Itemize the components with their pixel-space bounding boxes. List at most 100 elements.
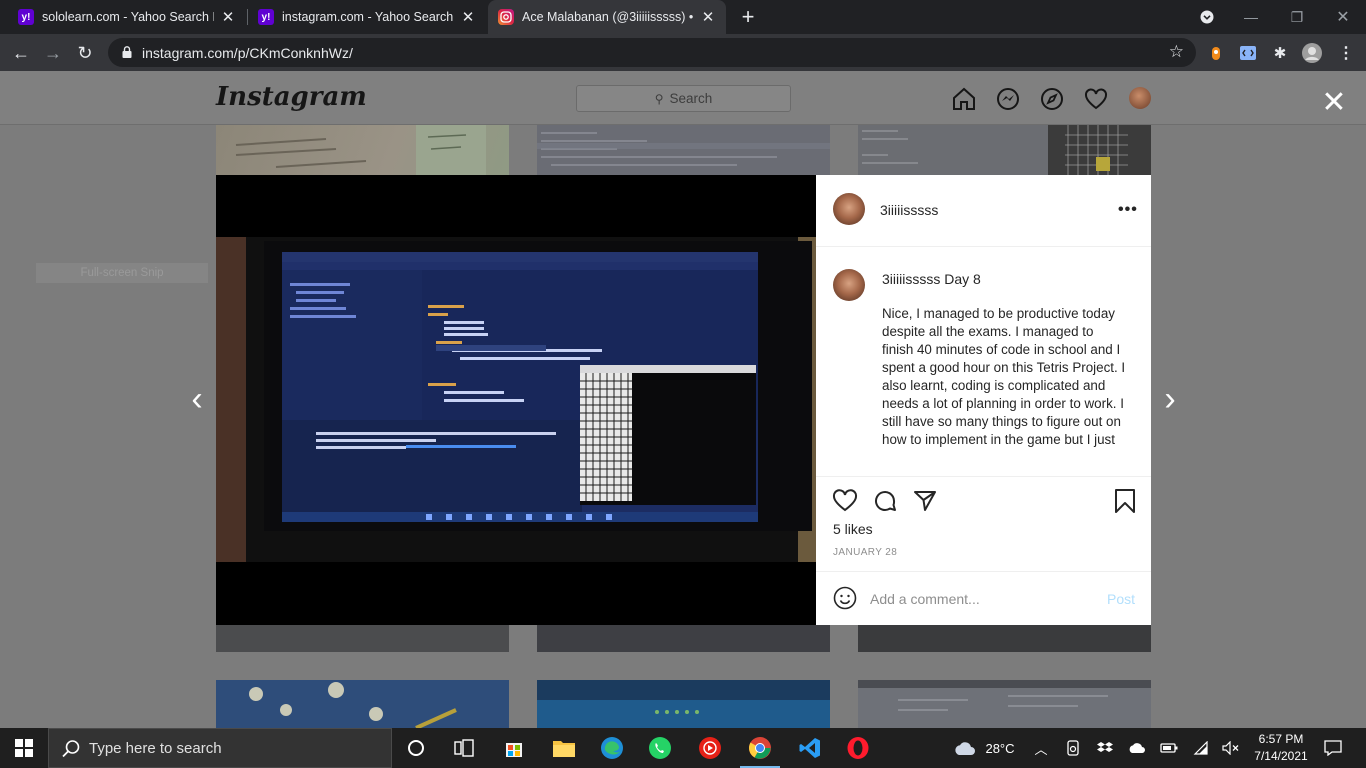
address-bar[interactable]: instagram.com/p/CKmConknhWz/ ☆	[108, 38, 1196, 67]
profile-avatar[interactable]	[1302, 43, 1322, 63]
search-icon: ⚲	[654, 91, 664, 106]
background-post-image[interactable]	[537, 625, 830, 652]
save-bookmark-icon[interactable]	[1112, 488, 1138, 514]
background-post-image[interactable]	[216, 125, 509, 175]
wifi-icon[interactable]	[1190, 728, 1212, 768]
cortana-icon[interactable]	[392, 728, 440, 768]
caption-area[interactable]: 3iiiiisssss Day 8 Nice, I managed to be …	[816, 247, 1151, 477]
restore-icon[interactable]: ❐	[1274, 0, 1320, 34]
puzzle-extensions-icon[interactable]: ✱	[1270, 43, 1290, 63]
background-post-image[interactable]	[858, 125, 1151, 175]
microsoft-store-icon[interactable]	[490, 728, 538, 768]
close-modal-icon[interactable]: ✕	[1320, 88, 1348, 118]
browser-toolbar: ← → ↻ instagram.com/p/CKmConknhWz/ ☆ ✱ ⋮	[0, 34, 1366, 71]
clock-date: 7/14/2021	[1254, 749, 1308, 763]
likes-count[interactable]: 5 likes	[833, 521, 873, 537]
task-view-icon[interactable]	[440, 728, 488, 768]
edge-icon[interactable]	[588, 728, 636, 768]
notifications-icon[interactable]	[1318, 728, 1348, 768]
more-options-icon[interactable]: •••	[1118, 201, 1138, 219]
onedrive-cloud-icon[interactable]	[1126, 728, 1148, 768]
browser-tab-active[interactable]: Ace Malabanan (@3iiiiisssss) • Ins ✕	[488, 0, 726, 34]
username-link[interactable]: 3iiiiisssss	[880, 202, 938, 218]
background-post-image[interactable]	[216, 680, 509, 728]
back-arrow-icon[interactable]: ←	[8, 40, 34, 66]
weather-cloud-icon[interactable]	[950, 728, 980, 768]
browser-menu-icon[interactable]: ⋮	[1336, 43, 1356, 63]
search-input[interactable]: ⚲ Search	[576, 85, 791, 112]
youtube-music-icon[interactable]	[686, 728, 734, 768]
instagram-page: Instagram ⚲ Search Full-screen Snip ✕ ‹ …	[0, 71, 1366, 728]
taskbar-search-box[interactable]: Type here to search	[48, 728, 392, 768]
dev-extension-icon[interactable]	[1238, 43, 1258, 63]
instagram-logo[interactable]: Instagram	[216, 82, 367, 112]
background-post-image[interactable]	[537, 125, 830, 175]
whatsapp-icon[interactable]	[636, 728, 684, 768]
activity-heart-icon[interactable]	[1083, 86, 1109, 112]
taskbar-clock[interactable]: 6:57 PM 7/14/2021	[1248, 731, 1314, 765]
clock-time: 6:57 PM	[1258, 732, 1304, 746]
emoji-icon[interactable]	[833, 586, 857, 610]
close-tab-icon[interactable]: ✕	[220, 9, 236, 26]
post-date[interactable]: JANUARY 28	[833, 547, 897, 558]
bookmark-star-icon[interactable]: ☆	[1169, 42, 1184, 62]
windows-start-icon[interactable]	[0, 728, 48, 768]
battery-icon[interactable]	[1158, 728, 1180, 768]
caption-title: Day 8	[944, 271, 981, 287]
opera-icon[interactable]	[834, 728, 882, 768]
messenger-icon[interactable]	[995, 86, 1021, 112]
chrome-icon[interactable]	[736, 728, 784, 768]
url-text: instagram.com/p/CKmConknhWz/	[142, 45, 353, 61]
minimize-icon[interactable]: —	[1228, 0, 1274, 34]
file-explorer-icon[interactable]	[540, 728, 588, 768]
tab-title: sololearn.com - Yahoo Search Re	[42, 10, 214, 24]
post-header: 3iiiiisssss •••	[816, 175, 1151, 247]
close-window-icon[interactable]: ✕	[1320, 0, 1366, 34]
explore-compass-icon[interactable]	[1039, 86, 1065, 112]
next-post-chevron-icon[interactable]: ›	[1158, 380, 1182, 418]
search-icon	[62, 740, 80, 758]
previous-post-chevron-icon[interactable]: ‹	[185, 380, 209, 418]
caption-header: 3iiiiisssss Day 8	[882, 271, 981, 287]
comment-bubble-icon[interactable]	[872, 488, 898, 514]
new-tab-button[interactable]: +	[736, 4, 760, 29]
volume-muted-icon[interactable]	[1220, 728, 1242, 768]
dropbox-icon[interactable]	[1094, 728, 1116, 768]
caption-text: Nice, I managed to be productive today d…	[882, 306, 1126, 447]
tray-app-icon[interactable]	[1062, 728, 1084, 768]
share-paper-plane-icon[interactable]	[912, 488, 938, 514]
user-avatar[interactable]	[833, 269, 865, 301]
close-tab-icon[interactable]: ✕	[700, 9, 716, 26]
profile-avatar[interactable]	[1129, 87, 1151, 109]
comment-input[interactable]	[870, 588, 1090, 610]
lock-icon	[122, 46, 132, 58]
reload-icon[interactable]: ↻	[72, 40, 98, 66]
post-media-image	[216, 175, 816, 625]
background-post-image[interactable]	[858, 680, 1151, 728]
tray-chevron-up-icon[interactable]: ︿	[1030, 728, 1052, 768]
browser-tab-strip: y! sololearn.com - Yahoo Search Re ✕ y! …	[0, 0, 1366, 34]
windows-taskbar: Type here to search 28°C ︿ 6:57 PM 7/14/…	[0, 728, 1366, 768]
instagram-icon	[498, 9, 514, 25]
close-tab-icon[interactable]: ✕	[460, 9, 476, 26]
tab-title: instagram.com - Yahoo Search Re	[282, 10, 454, 24]
home-icon[interactable]	[951, 86, 977, 112]
like-heart-icon[interactable]	[832, 488, 858, 514]
background-post-image[interactable]	[858, 625, 1151, 652]
post-comment-button[interactable]: Post	[1107, 591, 1135, 607]
browser-tab[interactable]: y! sololearn.com - Yahoo Search Re ✕	[8, 0, 246, 34]
monitor-photo	[216, 237, 816, 625]
tab-search-icon[interactable]	[1184, 0, 1230, 34]
extension-icon[interactable]	[1206, 43, 1226, 63]
comment-form: Post	[816, 571, 1151, 625]
browser-tab[interactable]: y! instagram.com - Yahoo Search Re ✕	[248, 0, 486, 34]
vscode-icon[interactable]	[786, 728, 834, 768]
caption-username[interactable]: 3iiiiisssss	[882, 271, 940, 287]
background-post-image[interactable]	[216, 625, 509, 652]
weather-temperature[interactable]: 28°C	[980, 728, 1020, 768]
background-post-image[interactable]	[537, 680, 830, 728]
yahoo-icon: y!	[258, 9, 274, 25]
forward-arrow-icon[interactable]: →	[40, 40, 66, 66]
user-avatar[interactable]	[833, 193, 865, 225]
instagram-navbar: Instagram ⚲ Search	[0, 71, 1366, 125]
